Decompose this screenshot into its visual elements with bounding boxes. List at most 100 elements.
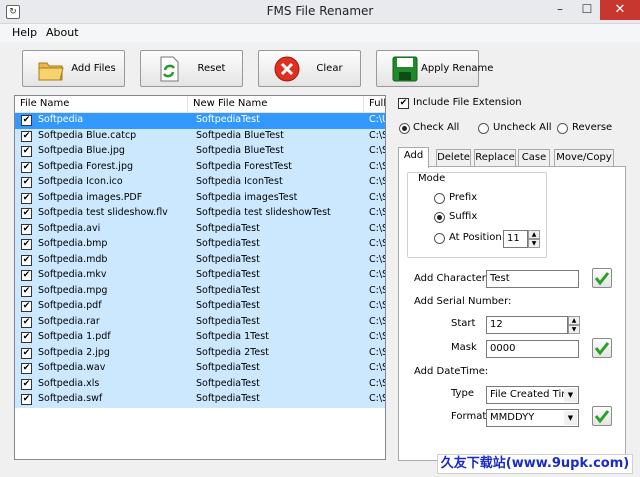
position-spin-down[interactable]: ▼ — [528, 239, 540, 248]
row-new-file-name: SoftpediaTest — [196, 222, 260, 234]
table-row[interactable]: ✔ Softpedia.mpg SoftpediaTest C:\S — [15, 283, 385, 299]
row-full-path: C:\S — [369, 191, 385, 203]
row-file-name: Softpedia — [38, 114, 84, 125]
row-checkbox[interactable]: ✔ — [21, 301, 32, 312]
check-all-radio[interactable] — [399, 123, 410, 134]
tab-replace[interactable]: Replace — [474, 149, 516, 167]
row-new-file-name: Softpedia IconTest — [196, 176, 283, 187]
clear-button[interactable]: Clear — [258, 50, 361, 87]
start-spin-down[interactable]: ▼ — [568, 325, 580, 334]
table-row[interactable]: ✔ Softpedia SoftpediaTest C:\U — [15, 113, 385, 129]
row-file-name: Softpedia Icon.ico — [38, 176, 123, 187]
apply-serial-button[interactable] — [592, 338, 612, 358]
row-checkbox[interactable]: ✔ — [21, 332, 32, 343]
row-full-path: C:\S — [369, 222, 385, 234]
table-row[interactable]: ✔ Softpedia.mkv SoftpediaTest C:\S — [15, 268, 385, 284]
table-row[interactable]: ✔ Softpedia.avi SoftpediaTest C:\S — [15, 221, 385, 237]
row-checkbox[interactable]: ✔ — [21, 239, 32, 250]
row-file-name: Softpedia.mkv — [38, 269, 107, 280]
mask-input[interactable]: 0000 — [486, 340, 579, 358]
row-checkbox[interactable]: ✔ — [21, 177, 32, 188]
tab-move-copy[interactable]: Move/Copy — [554, 149, 614, 167]
reset-button[interactable]: Reset — [140, 50, 243, 87]
table-row[interactable]: ✔ Softpedia test slideshow.flv Softpedia t… — [15, 206, 385, 222]
position-spin-up[interactable]: ▲ — [528, 230, 540, 239]
row-checkbox[interactable]: ✔ — [21, 270, 32, 281]
row-new-file-name: Softpedia BlueTest — [196, 145, 284, 156]
column-file-name[interactable]: File Name — [15, 96, 188, 113]
table-row[interactable]: ✔ Softpedia.xls SoftpediaTest C:\S — [15, 376, 385, 392]
row-checkbox[interactable]: ✔ — [21, 192, 32, 204]
menu-help[interactable]: Help — [12, 26, 37, 39]
tab-add[interactable]: Add — [398, 147, 429, 168]
start-input[interactable]: 12 — [486, 316, 568, 334]
row-checkbox[interactable]: ✔ — [21, 347, 32, 359]
row-full-path: C:\S — [369, 315, 385, 327]
row-file-name: Softpedia Forest.jpg — [38, 160, 134, 172]
apply-rename-button[interactable]: Apply Rename — [376, 50, 493, 87]
tab-delete[interactable]: Delete — [436, 149, 471, 167]
table-row[interactable]: ✔ Softpedia 1.pdf Softpedia 1Test C:\S — [15, 330, 385, 346]
row-checkbox[interactable]: ✔ — [21, 115, 32, 126]
prefix-radio[interactable] — [434, 193, 445, 204]
row-checkbox[interactable]: ✔ — [21, 146, 32, 157]
window-title: FMS File Renamer — [266, 4, 374, 18]
site-watermark: 久友下载站(www.9upk.com) — [437, 454, 633, 474]
table-row[interactable]: ✔ Softpedia.bmp SoftpediaTest C:\S — [15, 237, 385, 253]
position-input[interactable]: 11 — [503, 230, 528, 248]
add-characters-input[interactable]: Test — [486, 270, 579, 288]
close-button[interactable]: ✕ — [600, 0, 640, 20]
row-full-path: C:\U — [369, 114, 385, 125]
row-checkbox[interactable]: ✔ — [21, 208, 32, 219]
refresh-document-icon — [160, 56, 179, 82]
row-checkbox[interactable]: ✔ — [21, 161, 32, 173]
add-files-button[interactable]: Add Files — [22, 50, 125, 87]
table-row[interactable]: ✔ Softpedia.rar SoftpediaTest C:\S — [15, 314, 385, 330]
clear-x-icon — [274, 56, 300, 82]
column-new-file-name[interactable]: New File Name — [188, 96, 364, 113]
row-checkbox[interactable]: ✔ — [21, 285, 32, 297]
table-row[interactable]: ✔ Softpedia.swf SoftpediaTest C:\S — [15, 392, 385, 408]
column-full-path[interactable]: Full P — [364, 96, 385, 113]
table-row[interactable]: ✔ Softpedia.wav SoftpediaTest C:\S — [15, 361, 385, 377]
table-row[interactable]: ✔ Softpedia images.PDF Softpedia imagesTes… — [15, 190, 385, 206]
table-row[interactable]: ✔ Softpedia Blue.jpg Softpedia BlueTest C:\… — [15, 144, 385, 160]
row-full-path: C:\S — [369, 377, 385, 389]
clear-label: Clear — [316, 63, 343, 74]
start-spin-up[interactable]: ▲ — [568, 316, 580, 325]
row-full-path: C:\S — [369, 238, 385, 249]
row-checkbox[interactable]: ✔ — [21, 223, 32, 235]
reverse-radio[interactable] — [557, 123, 568, 134]
table-row[interactable]: ✔ Softpedia.pdf SoftpediaTest C:\S — [15, 299, 385, 315]
include-extension-checkbox[interactable]: ✔ — [398, 98, 409, 109]
apply-characters-button[interactable] — [592, 268, 612, 288]
start-label: Start — [451, 318, 476, 329]
row-checkbox[interactable]: ✔ — [21, 363, 32, 374]
apply-datetime-button[interactable] — [592, 406, 612, 426]
tab-case[interactable]: Case — [518, 149, 550, 167]
format-select[interactable]: MMDDYY ▼ — [486, 409, 579, 427]
row-checkbox[interactable]: ✔ — [21, 130, 32, 142]
maximize-button[interactable]: ☐ — [574, 0, 600, 20]
row-checkbox[interactable]: ✔ — [21, 254, 32, 266]
type-select[interactable]: File Created Time ▼ — [486, 386, 579, 404]
table-row[interactable]: ✔ Softpedia Blue.catcp Softpedia BlueTest C… — [15, 128, 385, 144]
table-row[interactable]: ✔ Softpedia.mdb SoftpediaTest C:\S — [15, 252, 385, 268]
table-row[interactable]: ✔ Softpedia Forest.jpg Softpedia ForestTes… — [15, 159, 385, 175]
row-checkbox[interactable]: ✔ — [21, 378, 32, 390]
row-full-path: C:\S — [369, 284, 385, 296]
suffix-radio[interactable] — [434, 212, 445, 223]
minimize-button[interactable]: – — [546, 0, 574, 20]
reverse-label: Reverse — [572, 122, 613, 133]
list-header: File Name New File Name Full P — [15, 96, 385, 113]
menu-bar: Help About — [0, 24, 640, 42]
at-position-radio[interactable] — [434, 233, 445, 244]
row-checkbox[interactable]: ✔ — [21, 316, 32, 328]
menu-about[interactable]: About — [46, 26, 79, 39]
row-checkbox[interactable]: ✔ — [21, 394, 32, 405]
table-row[interactable]: ✔ Softpedia Icon.ico Softpedia IconTest C:\… — [15, 175, 385, 191]
row-new-file-name: SoftpediaTest — [196, 269, 260, 280]
table-row[interactable]: ✔ Softpedia 2.jpg Softpedia 2Test C:\S — [15, 345, 385, 361]
file-list[interactable]: File Name New File Name Full P ✔ Softpedi… — [14, 95, 386, 460]
uncheck-all-radio[interactable] — [478, 123, 489, 134]
